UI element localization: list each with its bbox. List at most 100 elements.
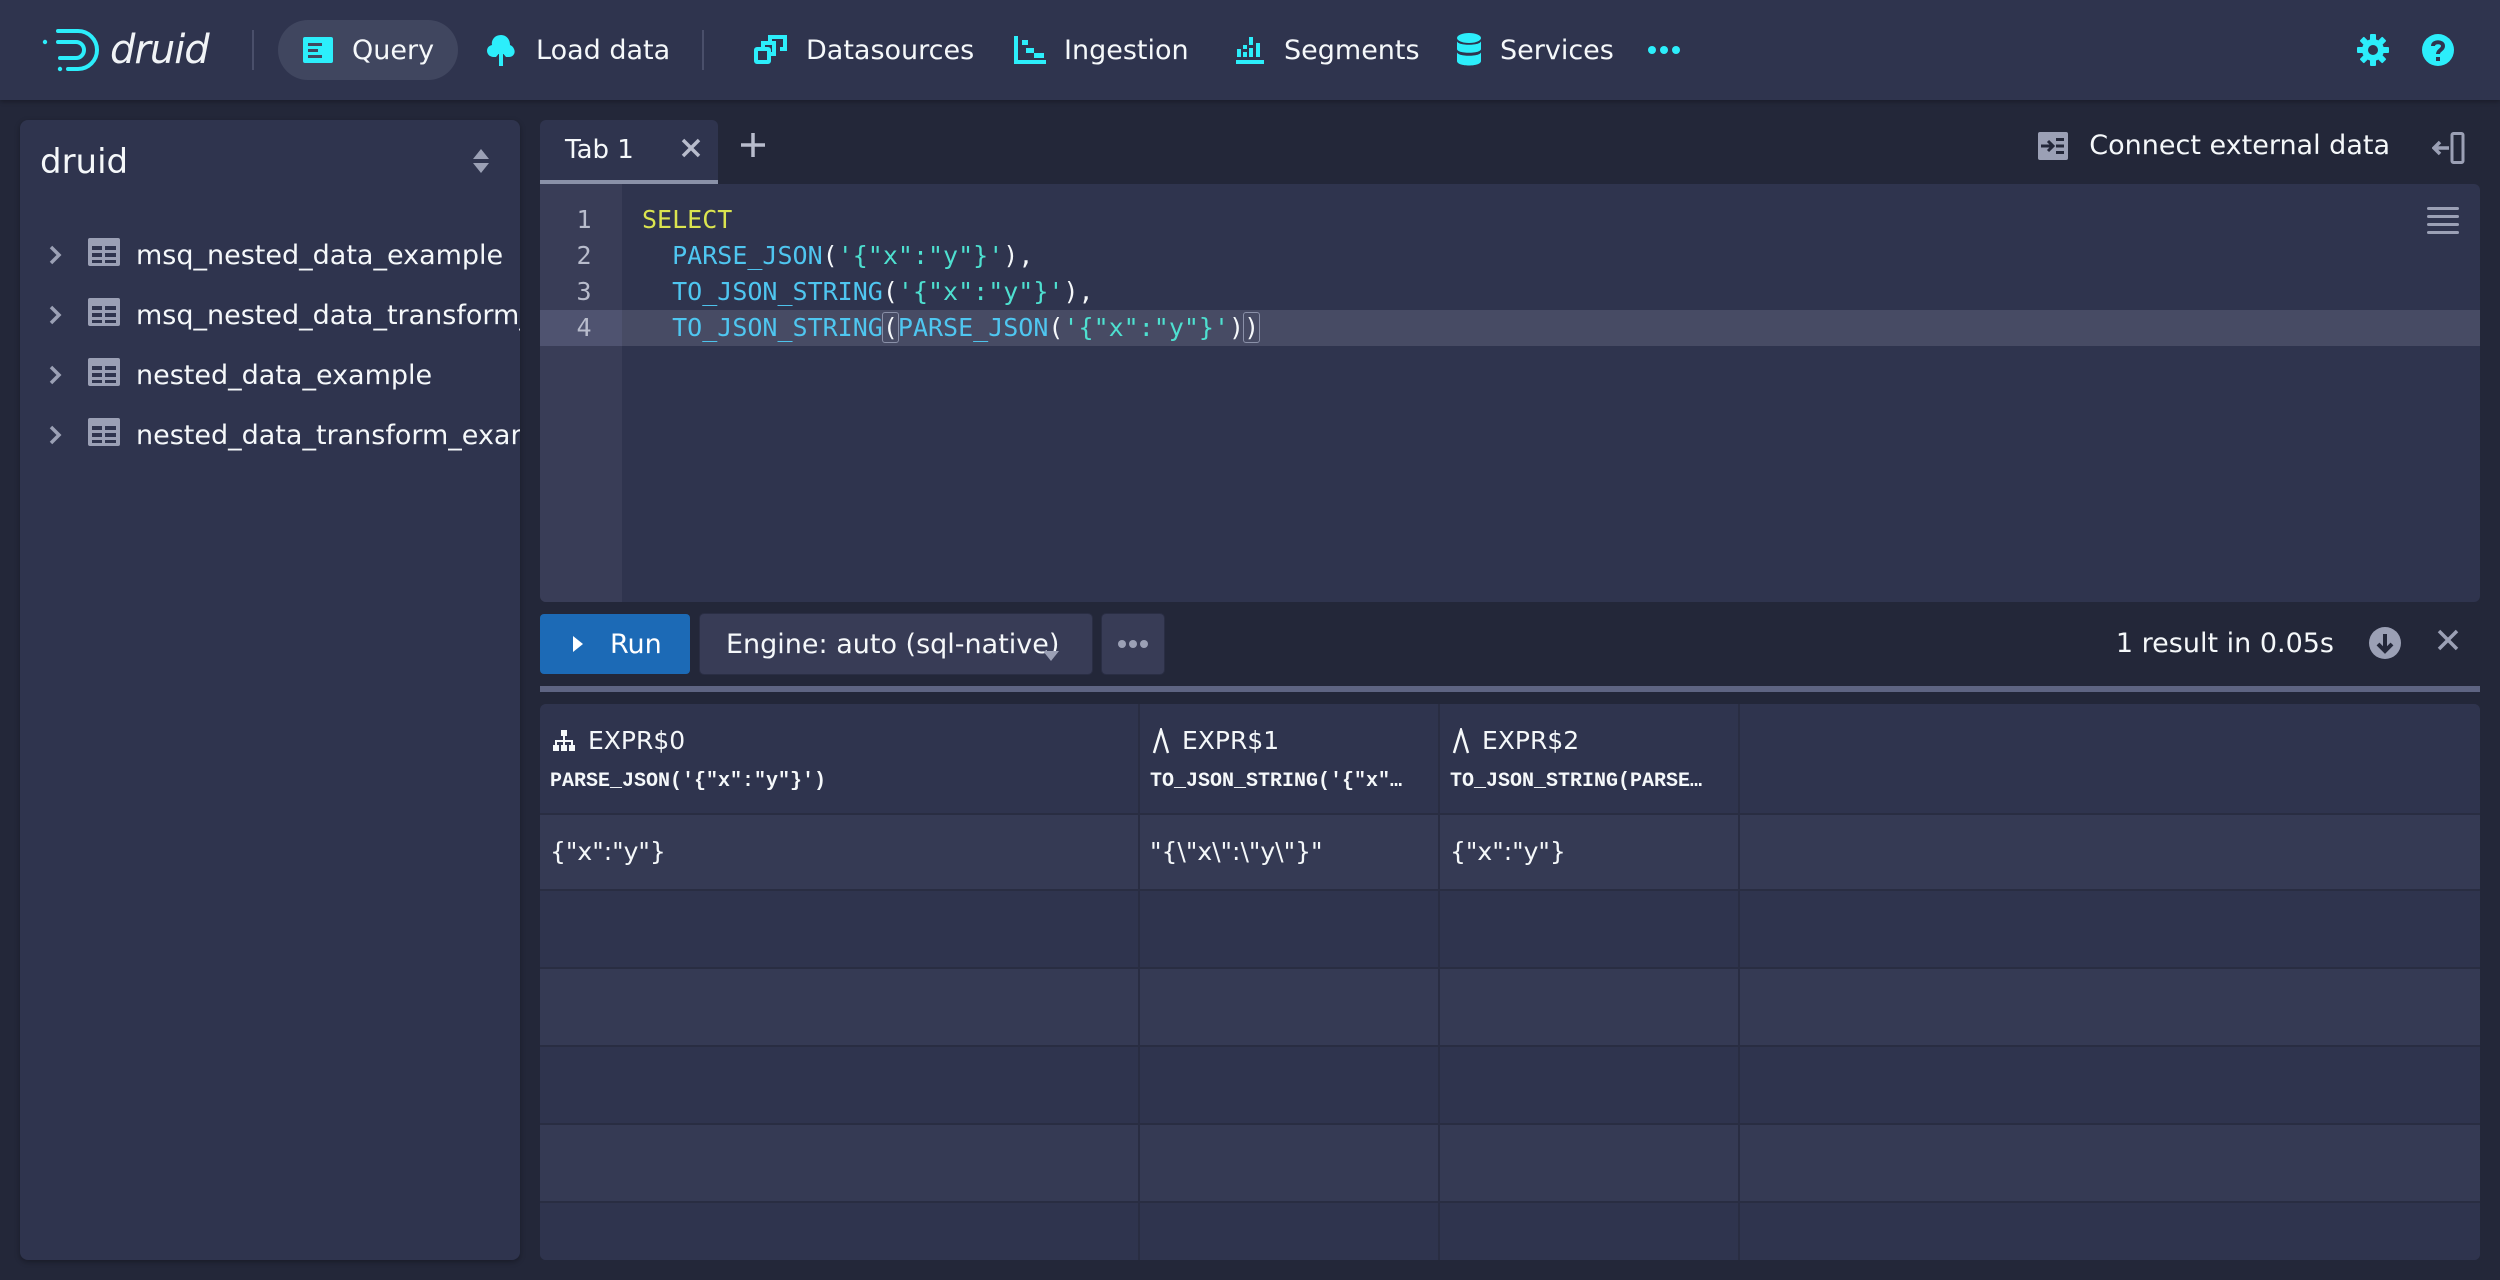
table-row-empty — [540, 891, 2480, 969]
help-button[interactable] — [2418, 30, 2458, 70]
cloud-upload-icon — [487, 35, 515, 66]
run-bar: Run Engine: auto (sql-native) 1 result i… — [540, 614, 2480, 674]
table-cell — [540, 1203, 1140, 1260]
close-icon — [681, 138, 701, 158]
nav-divider — [702, 30, 704, 70]
table-cell — [540, 891, 1140, 967]
external-data-icon — [2038, 131, 2069, 160]
editor-menu-button[interactable] — [2426, 206, 2460, 238]
datasources-icon — [754, 35, 787, 64]
table-cell — [540, 1125, 1140, 1201]
druid-logo[interactable]: druid — [38, 22, 210, 78]
code-line[interactable]: 1 SELECT — [540, 202, 2480, 238]
table-cell — [1440, 1125, 1740, 1201]
column-header[interactable]: EXPR$1 TO_JSON_STRING('{"x"… — [1140, 704, 1440, 813]
close-icon — [2437, 629, 2459, 651]
results-divider[interactable] — [540, 686, 2480, 692]
table-cell — [1440, 969, 1740, 1045]
top-nav-bar: druid Query Load data Datasources Ingest… — [0, 0, 2500, 100]
string-type-icon — [1152, 727, 1170, 753]
tree-item-datasource[interactable]: nested_data_transform_exampl — [40, 410, 520, 460]
nav-divider — [252, 30, 254, 70]
table-cell — [540, 1047, 1140, 1123]
chevron-right-icon — [40, 244, 70, 266]
collapse-panel-button[interactable] — [2431, 132, 2466, 168]
table-cell — [540, 969, 1140, 1045]
sort-icon — [473, 149, 489, 173]
table-icon — [88, 297, 120, 333]
nav-datasources[interactable]: Datasources — [730, 20, 998, 80]
table-icon — [88, 417, 120, 453]
schema-sidebar: druid msq_nested_data_example msq_nested… — [20, 120, 520, 1260]
more-icon — [1648, 46, 1680, 54]
code-line[interactable]: 3 TO_JSON_STRING('{"x":"y"}'), — [540, 274, 2480, 310]
table-header-row: EXPR$0 PARSE_JSON('{"x":"y"}') EXPR$1 TO… — [540, 704, 2480, 815]
logo-text: druid — [110, 27, 210, 73]
play-icon — [573, 636, 583, 652]
help-icon — [2422, 34, 2454, 66]
caret-down-icon — [1042, 638, 1060, 669]
table-cell — [1140, 1047, 1440, 1123]
close-tab-button[interactable] — [680, 136, 702, 166]
close-results-button[interactable] — [2436, 628, 2460, 656]
table-cell[interactable]: {"x":"y"} — [1440, 815, 1740, 889]
ingestion-icon — [1014, 36, 1046, 64]
table-cell[interactable]: {"x":"y"} — [540, 815, 1140, 889]
database-icon — [1457, 33, 1481, 66]
druid-logo-icon — [42, 29, 99, 72]
nav-query[interactable]: Query — [278, 20, 459, 80]
results-table: EXPR$0 PARSE_JSON('{"x":"y"}') EXPR$1 TO… — [540, 704, 2480, 1260]
sidebar-title: druid — [40, 142, 129, 182]
more-options-button[interactable] — [1102, 614, 1164, 674]
string-type-icon — [1452, 727, 1470, 753]
chevron-right-icon — [40, 424, 70, 446]
code-line[interactable]: 2 PARSE_JSON('{"x":"y"}'), — [540, 238, 2480, 274]
segments-icon — [1236, 37, 1264, 64]
tree-item-datasource[interactable]: nested_data_example — [40, 350, 432, 400]
table-cell — [1440, 1047, 1740, 1123]
run-button[interactable]: Run — [540, 614, 690, 674]
table-row-empty — [540, 1047, 2480, 1125]
table-cell — [1440, 891, 1740, 967]
query-icon — [303, 37, 333, 63]
sort-button[interactable] — [472, 148, 490, 178]
tree-item-datasource[interactable]: msq_nested_data_example — [40, 230, 503, 280]
more-nav-button[interactable] — [1644, 30, 1684, 70]
gear-icon — [2357, 34, 2389, 66]
nav-ingestion[interactable]: Ingestion — [990, 20, 1213, 80]
tab-1[interactable]: Tab 1 — [540, 120, 718, 184]
nav-segments[interactable]: Segments — [1210, 20, 1444, 80]
query-tab-bar: Tab 1 Connect external data — [540, 110, 2480, 184]
nav-services[interactable]: Services — [1432, 20, 1638, 80]
engine-select[interactable]: Engine: auto (sql-native) — [700, 614, 1092, 674]
tree-item-datasource[interactable]: msq_nested_data_transform_ex — [40, 290, 520, 340]
sql-editor[interactable]: 1 SELECT 2 PARSE_JSON('{"x":"y"}'), 3 TO… — [540, 184, 2480, 602]
table-cell — [1140, 1203, 1440, 1260]
connect-external-data-button[interactable]: Connect external data — [2037, 130, 2390, 161]
column-header[interactable]: EXPR$2 TO_JSON_STRING(PARSE… — [1440, 704, 1740, 813]
table-row-empty — [540, 969, 2480, 1047]
table-row-empty — [540, 1203, 2480, 1260]
json-tree-icon — [553, 729, 575, 751]
chevron-right-icon — [40, 304, 70, 326]
add-tab-button[interactable] — [740, 132, 766, 162]
menu-icon — [2427, 207, 2459, 234]
code-line-active[interactable]: 4 TO_JSON_STRING(PARSE_JSON('{"x":"y"}')… — [540, 310, 2480, 346]
table-row-empty — [540, 1125, 2480, 1203]
more-icon — [1118, 640, 1148, 648]
table-row: {"x":"y"} "{\"x\":\"y\"}" {"x":"y"} — [540, 815, 2480, 891]
nav-load-data[interactable]: Load data — [460, 20, 694, 80]
table-cell — [1140, 1125, 1440, 1201]
table-cell[interactable]: "{\"x\":\"y\"}" — [1140, 815, 1440, 889]
table-cell — [1140, 969, 1440, 1045]
download-button[interactable] — [2368, 626, 2402, 664]
column-header[interactable]: EXPR$0 PARSE_JSON('{"x":"y"}') — [540, 704, 1140, 813]
chevron-right-icon — [40, 364, 70, 386]
settings-button[interactable] — [2353, 30, 2393, 70]
table-cell — [1140, 891, 1440, 967]
table-icon — [88, 237, 120, 273]
table-cell — [1440, 1203, 1740, 1260]
result-info: 1 result in 0.05s — [2115, 628, 2334, 659]
table-icon — [88, 357, 120, 393]
plus-icon — [741, 133, 765, 157]
